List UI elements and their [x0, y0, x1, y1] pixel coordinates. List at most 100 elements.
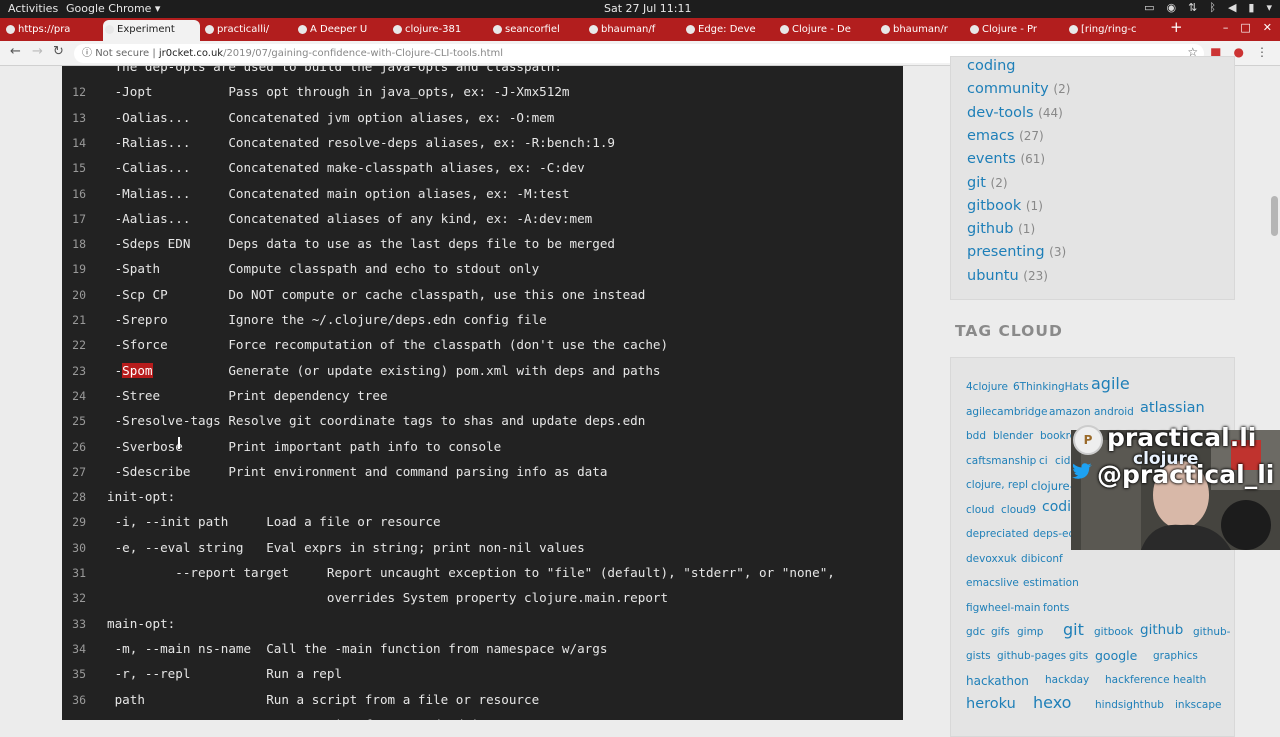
clock[interactable]: Sat 27 Jul 11:11 — [604, 2, 692, 15]
tab[interactable]: Experiment — [103, 20, 200, 41]
info-icon: ⓘ — [82, 48, 92, 59]
tag-link[interactable]: github — [1140, 622, 1183, 638]
category-link[interactable]: github (1) — [967, 221, 1035, 237]
tag-link[interactable]: heroku — [966, 696, 1016, 712]
tab[interactable]: Clojure - De — [778, 20, 876, 41]
back-icon[interactable]: ← — [10, 44, 21, 59]
tab-label: Edge: Deve — [698, 24, 756, 35]
tag-link[interactable]: inkscape — [1175, 699, 1221, 711]
line-number: 36 — [72, 692, 86, 707]
tag-link[interactable]: cloud — [966, 504, 994, 516]
tag-link[interactable]: 6ThinkingHats — [1013, 381, 1089, 393]
code-text: -Aalias... Concatenated aliases of any k… — [107, 210, 593, 226]
reload-icon[interactable]: ↻ — [53, 44, 64, 59]
code-text: -Malias... Concatenated main option alia… — [107, 185, 570, 201]
line-number: 26 — [72, 439, 86, 454]
tag-link[interactable]: fonts — [1043, 602, 1069, 614]
scrollbar-thumb[interactable] — [1271, 196, 1278, 236]
tag-link[interactable]: deps-ed — [1033, 528, 1075, 540]
code-line: 20 -Scp CP Do NOT compute or cache class… — [62, 284, 903, 309]
tag-link[interactable]: hackathon — [966, 674, 1029, 688]
category-link[interactable]: dev-tools (44) — [967, 105, 1063, 121]
tag-link[interactable]: health — [1173, 674, 1206, 686]
category-link[interactable]: community (2) — [967, 81, 1070, 97]
tag-link[interactable]: 4clojure — [966, 381, 1008, 393]
tag-link[interactable]: caftsmanship — [966, 455, 1036, 467]
maximize-icon[interactable]: □ — [1240, 21, 1250, 34]
forward-icon[interactable]: → — [32, 44, 43, 59]
tag-link[interactable]: estimation — [1023, 577, 1079, 589]
menu-icon[interactable]: ⋮ — [1256, 45, 1268, 59]
category-link[interactable]: gitbook (1) — [967, 198, 1043, 214]
tag-link[interactable]: dibiconf — [1021, 553, 1063, 565]
tag-link[interactable]: gimp — [1017, 626, 1043, 638]
tag-link[interactable]: amazon — [1049, 406, 1091, 418]
profile-avatar[interactable]: ● — [1234, 45, 1244, 59]
tag-link[interactable]: agilecambridge — [966, 406, 1048, 418]
tag-link[interactable]: hackference — [1105, 674, 1170, 686]
tag-link[interactable]: gitbook — [1094, 626, 1133, 638]
tab[interactable]: Edge: Deve — [684, 20, 775, 41]
tag-link[interactable]: github- — [1193, 626, 1230, 638]
tab[interactable]: bhauman/f — [587, 20, 681, 41]
tag-link[interactable]: agile — [1091, 374, 1130, 393]
new-tab-button[interactable]: + — [1170, 18, 1183, 36]
line-number: 12 — [72, 85, 86, 100]
tag-link[interactable]: figwheel-main — [966, 602, 1040, 614]
handle-overlay: @practical_li — [1097, 460, 1275, 489]
category-link[interactable]: git (2) — [967, 175, 1008, 191]
code-text-suffix: Generate (or update existing) pom.xml wi… — [152, 362, 661, 378]
tag-link[interactable]: gists — [966, 650, 991, 662]
tag-link[interactable]: gits — [1069, 650, 1088, 662]
tag-link[interactable]: hub — [1144, 699, 1164, 711]
tab[interactable]: bhauman/r — [879, 20, 965, 41]
tag-link[interactable]: devoxxuk — [966, 553, 1017, 565]
tab[interactable]: clojure-381 — [391, 20, 488, 41]
tag-link[interactable]: gdc — [966, 626, 985, 638]
line-number: 34 — [72, 641, 86, 656]
tag-link[interactable]: codi — [1042, 499, 1071, 515]
tag-link[interactable]: gifs — [991, 626, 1010, 638]
scrollbar[interactable] — [1268, 66, 1280, 720]
minimize-icon[interactable]: – — [1223, 21, 1229, 34]
close-icon[interactable]: ✕ — [1263, 21, 1272, 34]
category-link[interactable]: emacs (27) — [967, 128, 1044, 144]
tab[interactable]: A Deeper U — [296, 20, 388, 41]
tag-link[interactable]: blender — [993, 430, 1033, 442]
line-number: 35 — [72, 667, 86, 682]
tag-link[interactable]: hindsight — [1095, 699, 1144, 711]
category-link[interactable]: presenting (3) — [967, 244, 1066, 260]
code-line: 33 main-opt: — [62, 613, 903, 638]
tab[interactable]: seancorfiel — [491, 20, 584, 41]
tab-label: practicalli/ — [217, 24, 270, 35]
tag-link[interactable]: github-pages — [997, 650, 1066, 662]
tag-link[interactable]: clojure, repl — [966, 479, 1028, 491]
activities-button[interactable]: Activities — [8, 2, 58, 15]
category-link[interactable]: events (61) — [967, 151, 1045, 167]
tag-link[interactable]: git — [1063, 620, 1084, 639]
app-menu[interactable]: Google Chrome ▾ — [66, 2, 160, 15]
system-tray[interactable]: ▭ ◉ ⇅ ᛒ ◀ ▮ ▾ — [1144, 1, 1272, 14]
category-count: (2) — [1053, 82, 1071, 97]
category-name: emacs — [967, 127, 1015, 144]
category-count: (61) — [1020, 152, 1046, 167]
tab[interactable]: https://pra — [4, 20, 100, 41]
tag-link[interactable]: hackday — [1045, 674, 1089, 686]
tab[interactable]: Clojure - Pr — [968, 20, 1064, 41]
tag-link[interactable]: atlassian — [1140, 400, 1205, 416]
tag-link[interactable]: android — [1094, 406, 1134, 418]
tag-link[interactable]: graphics — [1153, 650, 1198, 662]
tab[interactable]: practicalli/ — [203, 20, 293, 41]
line-number: 31 — [72, 566, 86, 580]
tag-link[interactable]: cloud9 — [1001, 504, 1036, 516]
tag-link[interactable]: depreciated — [966, 528, 1029, 540]
tag-link[interactable]: google — [1095, 648, 1137, 663]
category-link[interactable]: ubuntu (23) — [967, 268, 1048, 284]
tag-link[interactable]: ci — [1039, 455, 1048, 467]
code-block: The dep-opts are used to build the java-… — [62, 66, 903, 720]
tab[interactable]: [ring/ring-c — [1067, 20, 1162, 41]
tag-link[interactable]: bdd — [966, 430, 986, 442]
category-link[interactable]: coding — [967, 58, 1015, 74]
tag-link[interactable]: emacslive — [966, 577, 1019, 589]
tag-link[interactable]: hexo — [1033, 693, 1071, 712]
